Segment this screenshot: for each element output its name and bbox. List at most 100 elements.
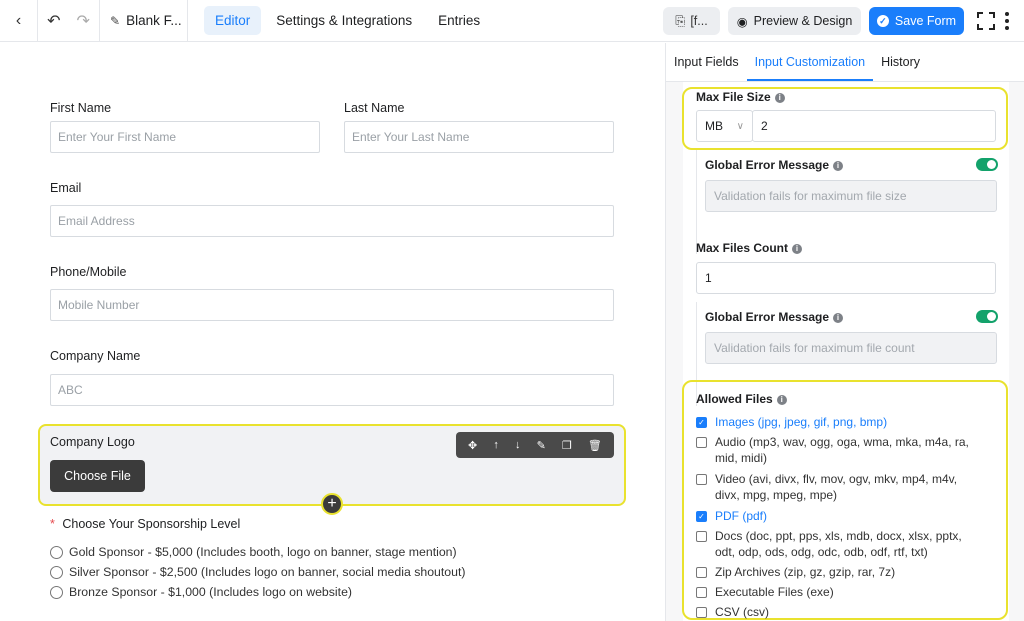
move-icon[interactable]: ✥	[468, 439, 477, 452]
radio-option[interactable]: Silver Sponsor - $2,500 (Includes logo o…	[50, 565, 465, 579]
settings-panel: Input Fields Input Customization History…	[665, 43, 1024, 621]
radio-button[interactable]	[50, 585, 63, 599]
allowed-file-video[interactable]: Video (avi, divx, flv, mov, ogv, mkv, mp…	[696, 471, 976, 503]
fullscreen-icon[interactable]	[976, 11, 996, 31]
checkbox-label: Zip Archives (zip, gz, gzip, rar, 7z)	[715, 565, 896, 579]
last-name-label: Last Name	[344, 101, 405, 115]
duplicate-icon[interactable]: ❐	[562, 439, 572, 452]
tab-entries[interactable]: Entries	[427, 6, 491, 35]
count-error-message-input[interactable]: Validation fails for maximum file count	[705, 332, 997, 364]
field-toolbar: ✥ ↑ ↓ ✎ ❐ 🗑︎	[456, 432, 614, 458]
check-circle-icon: ✓	[876, 15, 889, 27]
customization-content: Max File Size i MB ∨ 2 Global Error Messa…	[682, 82, 1009, 621]
allowed-files-label: Allowed Files i	[696, 392, 787, 406]
checkbox-label: PDF (pdf)	[715, 509, 768, 523]
tab-history[interactable]: History	[873, 55, 928, 81]
radio-option-label: Bronze Sponsor - $1,000 (Includes logo o…	[69, 585, 352, 599]
tab-input-customization[interactable]: Input Customization	[746, 55, 874, 81]
radio-option[interactable]: Gold Sponsor - $5,000 (Includes booth, l…	[50, 545, 457, 559]
last-name-input[interactable]: Enter Your Last Name	[344, 121, 614, 153]
count-error-toggle[interactable]	[976, 310, 998, 323]
chevron-down-icon: ∨	[736, 120, 744, 132]
trash-icon[interactable]: 🗑︎	[588, 439, 602, 452]
sponsorship-label: * Choose Your Sponsorship Level	[50, 517, 240, 531]
add-field-plus-icon[interactable]: +	[321, 493, 343, 515]
info-icon: i	[833, 160, 844, 171]
panel-tabs: Input Fields Input Customization History	[666, 43, 1024, 82]
info-icon: i	[776, 394, 787, 405]
top-bar: ‹ ↶ ↷ ✎ Blank F... Editor Settings & Int…	[0, 0, 1024, 42]
checkbox-label: Docs (doc, ppt, pps, xls, mdb, docx, xls…	[715, 529, 962, 559]
size-error-label-text: Global Error Message	[705, 158, 830, 172]
arrow-up-icon[interactable]: ↑	[493, 439, 499, 451]
allowed-files-label-text: Allowed Files	[696, 392, 773, 406]
tab-input-fields[interactable]: Input Fields	[666, 55, 747, 81]
phone-input[interactable]: Mobile Number	[50, 289, 614, 321]
eye-icon: ◉	[736, 14, 748, 29]
sponsorship-label-text: Choose Your Sponsorship Level	[62, 517, 241, 531]
allowed-file-exe[interactable]: Executable Files (exe)	[696, 584, 976, 600]
undo-redo-group: ↶ ↷	[38, 0, 100, 42]
radio-button[interactable]	[50, 565, 63, 579]
company-name-input[interactable]: ABC	[50, 374, 614, 406]
checkbox-checked-icon[interactable]: ✓	[696, 417, 707, 428]
shortcode-button[interactable]: ⎘ [f...	[663, 7, 720, 35]
first-name-input[interactable]: Enter Your First Name	[50, 121, 320, 153]
allowed-file-audio[interactable]: Audio (mp3, wav, ogg, oga, wma, mka, m4a…	[696, 434, 976, 466]
file-size-unit-select[interactable]: MB ∨	[696, 110, 753, 142]
max-file-size-label-text: Max File Size	[696, 90, 771, 104]
checkbox-label: Audio (mp3, wav, ogg, oga, wma, mka, m4a…	[715, 435, 969, 465]
redo-icon[interactable]: ↷	[77, 11, 90, 31]
checkbox-label: Video (avi, divx, flv, mov, ogv, mkv, mp…	[715, 472, 958, 502]
allowed-file-docs[interactable]: Docs (doc, ppt, pps, xls, mdb, docx, xls…	[696, 528, 976, 560]
allowed-file-csv[interactable]: CSV (csv)	[696, 604, 976, 620]
checkbox-icon[interactable]	[696, 531, 707, 542]
checkbox-icon[interactable]	[696, 587, 707, 598]
edit-icon[interactable]: ✎	[537, 439, 546, 452]
choose-file-button[interactable]: Choose File	[50, 460, 145, 492]
editor-tabs: Editor Settings & Integrations Entries	[204, 6, 491, 35]
checkbox-label: Executable Files (exe)	[715, 585, 834, 599]
max-files-count-label: Max Files Count i	[696, 241, 803, 255]
checkbox-icon[interactable]	[696, 474, 707, 485]
count-error-label-text: Global Error Message	[705, 310, 830, 324]
checkbox-label: Images (jpg, jpeg, gif, png, bmp)	[715, 415, 888, 429]
required-asterisk: *	[50, 517, 55, 531]
checkbox-icon[interactable]	[696, 567, 707, 578]
checkbox-icon[interactable]	[696, 607, 707, 618]
size-error-message-input[interactable]: Validation fails for maximum file size	[705, 180, 997, 212]
radio-button[interactable]	[50, 545, 63, 559]
checkbox-icon[interactable]	[696, 437, 707, 448]
allowed-file-images[interactable]: ✓ Images (jpg, jpeg, gif, png, bmp)	[696, 414, 976, 430]
count-error-label: Global Error Message i	[705, 310, 844, 324]
max-file-size-input[interactable]: 2	[752, 110, 996, 142]
form-title[interactable]: ✎ Blank F...	[100, 0, 188, 42]
email-input[interactable]: Email Address	[50, 205, 614, 237]
radio-option[interactable]: Bronze Sponsor - $1,000 (Includes logo o…	[50, 585, 352, 599]
company-logo-label: Company Logo	[50, 435, 135, 449]
preview-design-button[interactable]: ◉ Preview & Design	[728, 7, 861, 35]
email-label: Email	[50, 181, 82, 195]
tab-settings-integrations[interactable]: Settings & Integrations	[265, 6, 423, 35]
checkbox-label: CSV (csv)	[715, 605, 769, 619]
arrow-down-icon[interactable]: ↓	[515, 439, 521, 451]
max-file-size-label: Max File Size i	[696, 90, 785, 104]
chevron-left-icon: ‹	[15, 11, 22, 29]
preview-label: Preview & Design	[753, 14, 853, 28]
tab-editor[interactable]: Editor	[204, 6, 262, 35]
save-label: Save Form	[894, 14, 957, 28]
phone-label: Phone/Mobile	[50, 265, 127, 279]
more-vertical-icon[interactable]	[1004, 12, 1010, 30]
size-error-toggle[interactable]	[976, 158, 998, 171]
max-files-count-input[interactable]: 1	[696, 262, 996, 294]
first-name-label: First Name	[50, 101, 112, 115]
allowed-file-pdf[interactable]: ✓ PDF (pdf)	[696, 508, 976, 524]
form-title-text: Blank F...	[126, 13, 182, 28]
undo-icon[interactable]: ↶	[47, 11, 60, 31]
save-form-button[interactable]: ✓ Save Form	[869, 7, 964, 35]
checkbox-checked-icon[interactable]: ✓	[696, 511, 707, 522]
back-button[interactable]: ‹	[0, 0, 38, 42]
allowed-file-zip[interactable]: Zip Archives (zip, gz, gzip, rar, 7z)	[696, 564, 976, 580]
max-files-count-label-text: Max Files Count	[696, 241, 789, 255]
size-error-label: Global Error Message i	[705, 158, 844, 172]
